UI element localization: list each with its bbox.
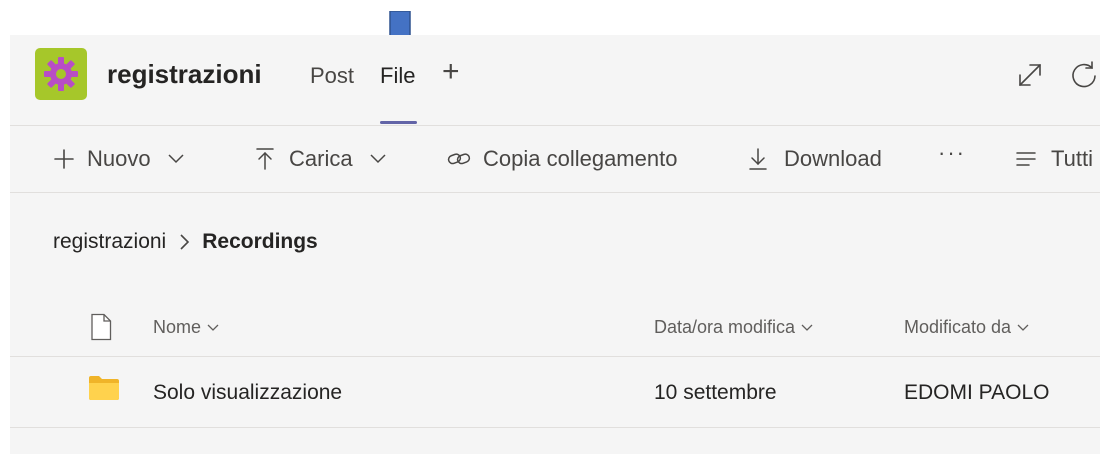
chevron-right-icon xyxy=(178,233,190,251)
link-icon xyxy=(447,153,471,165)
teams-channel-frame: registrazioni Post File + Nuovo Carica C… xyxy=(10,35,1100,454)
upload-button-label: Carica xyxy=(289,146,353,171)
chevron-down-icon xyxy=(370,154,386,164)
team-avatar[interactable] xyxy=(35,48,87,100)
table-row[interactable]: Solo visualizzazione 10 settembre EDOMI … xyxy=(10,357,1100,427)
column-header-modified[interactable]: Data/ora modifica xyxy=(654,317,814,338)
file-list-header: Nome Data/ora modifica Modificato da xyxy=(10,305,1100,355)
new-button[interactable]: Nuovo xyxy=(53,146,185,172)
file-modified-by: EDOMI PAOLO xyxy=(904,381,1050,404)
row-divider xyxy=(10,427,1100,428)
active-tab-indicator xyxy=(380,121,417,124)
team-name: registrazioni xyxy=(107,59,262,89)
column-header-name-label: Nome xyxy=(153,317,202,337)
column-header-modified-by-label: Modificato da xyxy=(904,317,1012,337)
new-button-label: Nuovo xyxy=(87,146,151,171)
download-button-label: Download xyxy=(784,146,882,171)
chevron-down-icon xyxy=(207,324,219,331)
refresh-icon[interactable] xyxy=(1068,59,1100,91)
view-list-icon xyxy=(1016,152,1036,166)
add-tab-button[interactable]: + xyxy=(442,57,460,87)
breadcrumb-current: Recordings xyxy=(202,230,318,253)
folder-icon xyxy=(89,376,119,400)
column-header-name[interactable]: Nome xyxy=(153,317,220,338)
view-options-button[interactable]: Tutti xyxy=(1015,146,1093,172)
breadcrumb: registrazioni Recordings xyxy=(53,230,318,254)
view-options-label: Tutti xyxy=(1051,146,1093,171)
plus-icon xyxy=(54,149,74,169)
tab-file[interactable]: File xyxy=(380,63,415,89)
upload-button[interactable]: Carica xyxy=(255,146,387,172)
file-modified-date: 10 settembre xyxy=(654,381,777,404)
column-header-modified-label: Data/ora modifica xyxy=(654,317,796,337)
more-options-button[interactable]: ··· xyxy=(938,140,966,166)
column-header-modified-by[interactable]: Modificato da xyxy=(904,317,1030,338)
chevron-down-icon xyxy=(1017,324,1029,331)
expand-icon[interactable] xyxy=(1016,61,1044,89)
tab-post[interactable]: Post xyxy=(310,63,354,89)
toolbar-divider xyxy=(10,192,1100,193)
chevron-down-icon xyxy=(168,154,184,164)
chevron-down-icon xyxy=(801,324,813,331)
file-type-icon[interactable] xyxy=(90,313,112,341)
file-name[interactable]: Solo visualizzazione xyxy=(153,381,342,405)
upload-icon xyxy=(256,148,274,170)
download-icon xyxy=(749,148,767,170)
copy-link-label: Copia collegamento xyxy=(483,146,678,171)
copy-link-button[interactable]: Copia collegamento xyxy=(447,146,677,172)
files-toolbar: Nuovo Carica Copia collegamento Download… xyxy=(10,126,1100,192)
download-button[interactable]: Download xyxy=(748,146,882,172)
gear-icon xyxy=(44,57,78,91)
channel-header: registrazioni Post File + xyxy=(10,35,1100,125)
breadcrumb-root[interactable]: registrazioni xyxy=(53,230,166,254)
